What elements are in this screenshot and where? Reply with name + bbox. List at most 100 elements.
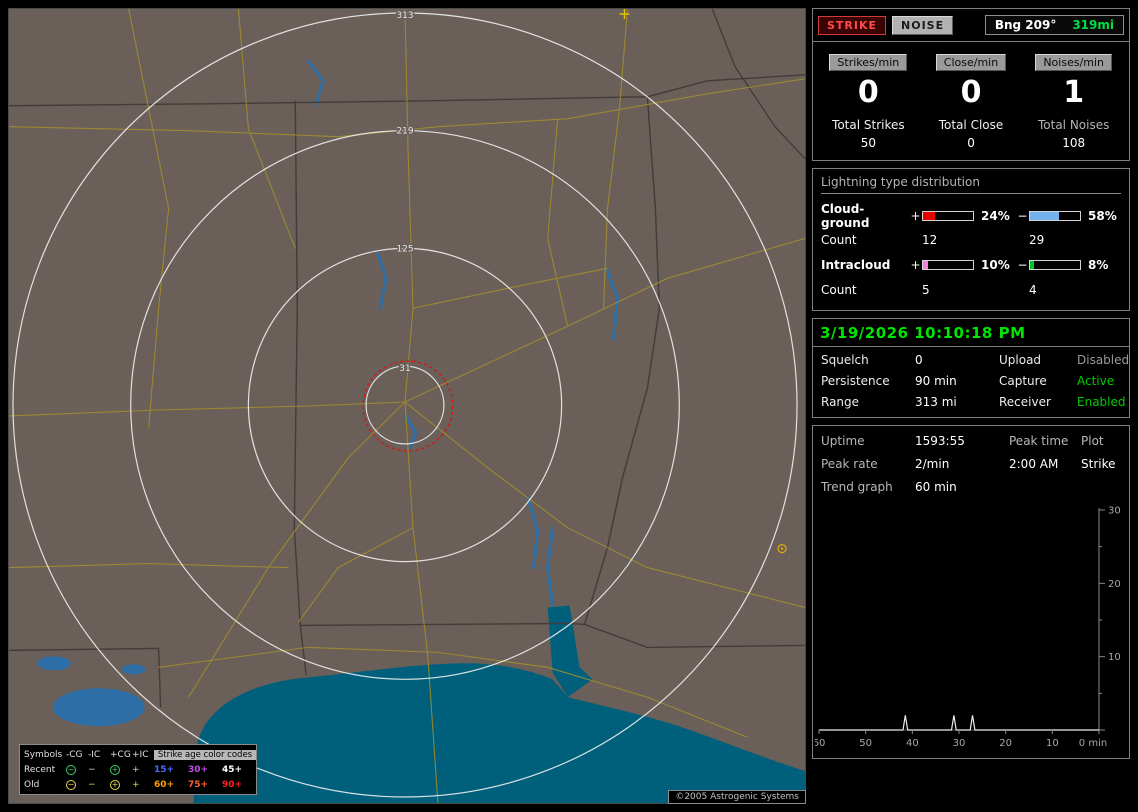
peak-time-value: 2:00 AM [1009,457,1059,471]
intracloud-label: Intracloud [821,257,891,272]
squelch-label: Squelch [821,353,869,367]
cg-neg-count: 29 [1029,232,1045,247]
ring-label-219: 219 [396,127,413,137]
cg-neg-bar [1029,211,1081,221]
recent-pic-icon: + [132,764,140,775]
bearing-display: Bng 209° 319mi [984,15,1124,35]
svg-text:20: 20 [999,738,1012,749]
ic-neg-bar [1029,259,1081,270]
total-noises-value: 108 [1062,136,1086,150]
copyright-notice: ©2005 Astrogenic Systems [668,790,806,804]
clock-box: 3/19/2026 10:10:18 PM [813,319,1129,347]
noises-rate: 1 [1063,75,1085,110]
uptime-label: Uptime [821,434,865,448]
range-label: Range [821,395,860,409]
receiver-label: Receiver [999,395,1051,409]
legend-col-pcg: +CG [110,749,131,760]
symbol-legend: Symbols -CG -IC +CG +IC Strike age color… [19,744,257,795]
legend-col-ncg: -CG [66,749,83,760]
persistence-value: 90 min [915,374,957,388]
old-ncg-icon: − [66,779,76,790]
age-75: 75+ [188,779,209,790]
old-nic-icon: − [88,779,96,790]
strike-rate-series [819,715,1099,731]
total-noises-label: Total Noises [1037,118,1110,132]
legend-recent-row: Recent − − + + 15+ 30+ 45+ [24,762,252,777]
ring-label-31: 31 [399,364,410,374]
strikes-counter: Strikes/min 0 Total Strikes 50 [817,51,920,150]
counters-panel: STRIKE NOISE Bng 209° 319mi Strikes/min … [812,8,1130,161]
legend-col-nic: -IC [88,749,101,760]
noise-mode-button[interactable]: NOISE [892,15,954,35]
map-canvas: 313 219 125 31 [9,9,805,803]
svg-text:40: 40 [906,738,919,749]
total-strikes-value: 50 [860,136,876,150]
upload-status: Disabled [1077,353,1130,367]
range-value: 313 mi [915,395,957,409]
receiver-status: Enabled [1077,395,1126,409]
total-close-label: Total Close [938,118,1004,132]
trend-graph: 30 20 10 60 50 40 30 20 10 0 min [813,496,1129,758]
close-counter: Close/min 0 Total Close 0 [920,51,1023,150]
legend-recent-label: Recent [24,764,56,775]
svg-text:10: 10 [1108,652,1121,663]
lightning-map[interactable]: 313 219 125 31 Symbols -CG -IC +CG +IC S… [8,8,806,804]
old-pcg-icon: + [110,779,120,790]
cg-pos-count: 12 [922,232,938,247]
cg-pos-sign: + [910,209,921,223]
recent-pcg-icon: + [110,764,120,775]
ic-neg-sign: − [1017,257,1028,272]
age-30: 30+ [188,764,209,775]
peak-rate-label: Peak rate [821,457,878,471]
trend-panel: Uptime 1593:55 Peak time Plot Peak rate … [812,425,1130,759]
recent-ncg-icon: − [66,764,76,775]
ic-neg-pct: 8% [1088,257,1109,272]
uptime-value: 1593:55 [915,434,965,448]
close-per-min-button[interactable]: Close/min [935,54,1007,71]
ring-label-125: 125 [396,244,413,254]
status-grid: Squelch 0 Upload Disabled Persistence 90… [813,347,1129,417]
axis-ticks [818,509,1105,734]
rate-counters: Strikes/min 0 Total Strikes 50 Close/min… [813,42,1129,160]
strikes-per-min-button[interactable]: Strikes/min [829,54,908,71]
strike-mode-button[interactable]: STRIKE [818,15,887,35]
cg-count-label: Count [821,232,857,247]
ic-pos-pct: 10% [981,257,1010,272]
legend-col-pic: +IC [132,749,149,760]
ic-count-label: Count [821,282,857,297]
legend-symbols-header: Symbols [24,749,63,760]
age-60: 60+ [154,779,175,790]
plot-value: Strike [1081,457,1116,471]
recent-nic-icon: − [88,764,96,775]
cloud-ground-count-row: Count 12 29 [821,227,1121,252]
legend-old-row: Old − − + + 60+ 75+ 90+ [24,777,252,792]
svg-text:20: 20 [1108,579,1121,590]
axis-labels: 30 20 10 60 50 40 30 20 10 0 min [815,506,1121,750]
old-pic-icon: + [132,779,140,790]
age-90: 90+ [222,779,243,790]
upload-label: Upload [999,353,1042,367]
close-rate: 0 [960,75,982,110]
sidebar: STRIKE NOISE Bng 209° 319mi Strikes/min … [812,8,1130,804]
cg-neg-sign: − [1017,209,1028,223]
cloud-ground-row: Cloud-ground + 24% − 58% [821,202,1121,230]
capture-status: Active [1077,374,1115,388]
strikes-rate: 0 [857,75,879,110]
noises-per-min-button[interactable]: Noises/min [1035,54,1113,71]
plot-label: Plot [1081,434,1104,448]
ic-pos-sign: + [910,257,921,272]
total-close-value: 0 [967,136,975,150]
peak-time-label: Peak time [1009,434,1069,448]
svg-text:10: 10 [1046,738,1059,749]
squelch-value: 0 [915,353,923,367]
total-strikes-label: Total Strikes [832,118,905,132]
ring-label-313: 313 [396,11,413,21]
age-15: 15+ [154,764,175,775]
svg-text:60: 60 [815,738,825,749]
persistence-label: Persistence [821,374,890,388]
peak-rate-value: 2/min [915,457,950,471]
legend-header-row: Symbols -CG -IC +CG +IC Strike age color… [24,747,256,762]
ic-pos-bar [922,259,974,270]
stats-grid: Uptime 1593:55 Peak time Plot Peak rate … [813,426,1129,496]
distribution-panel: Lightning type distribution Cloud-ground… [812,168,1130,311]
